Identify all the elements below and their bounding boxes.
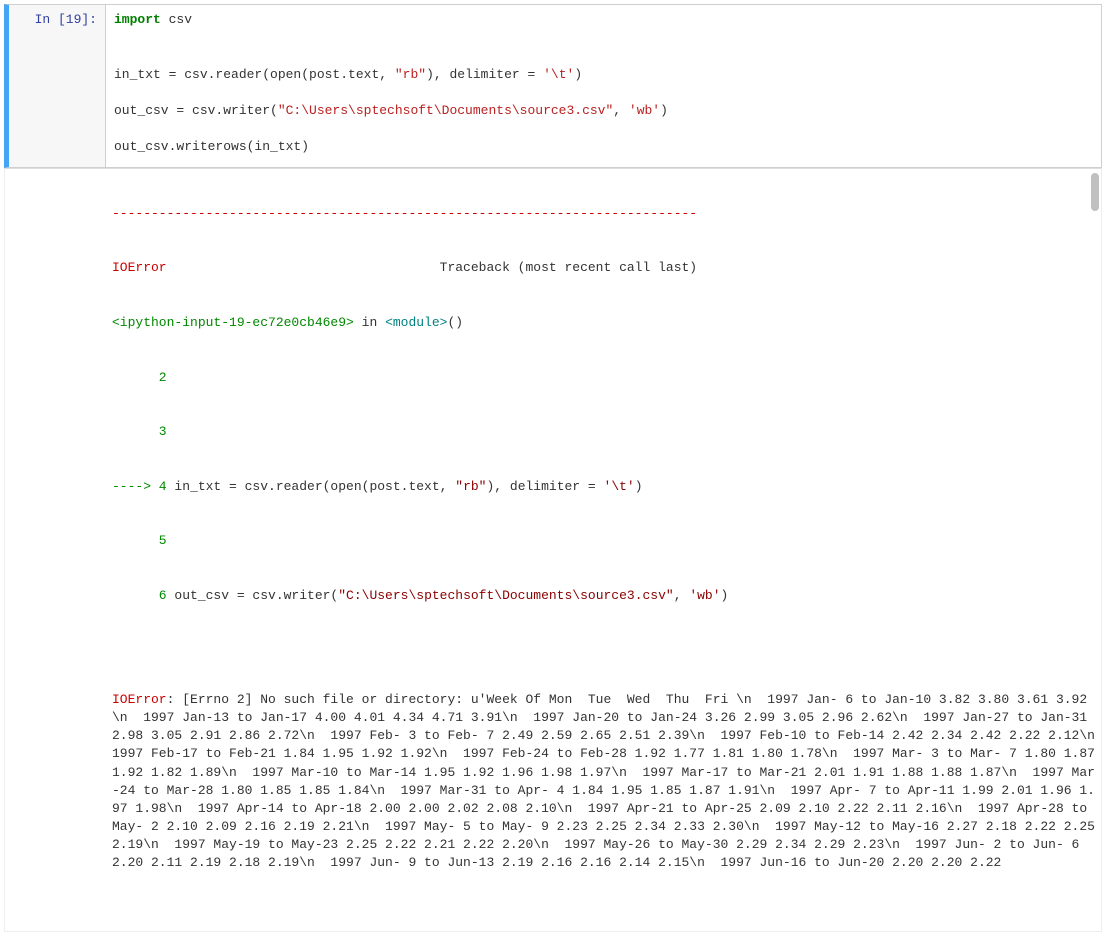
- line-code: ): [721, 588, 729, 603]
- line-code: [167, 533, 175, 548]
- code-token: csv: [161, 12, 192, 27]
- code-token: ): [660, 103, 668, 118]
- code-token: in_txt = csv.reader(open(post.text,: [114, 67, 395, 82]
- line-string: '\t': [604, 479, 635, 494]
- frame-parens: (): [447, 315, 463, 330]
- arrow-marker: ----> 4: [112, 479, 167, 494]
- traceback-dash: ----------------------------------------…: [112, 206, 697, 221]
- line-string: "C:\Users\sptechsoft\Documents\source3.c…: [338, 588, 673, 603]
- code-token: out_csv.writerows(in_txt): [114, 139, 309, 154]
- line-number: 6: [112, 588, 167, 603]
- final-error-message: : [Errno 2] No such file or directory: u…: [112, 692, 1101, 871]
- error-name: IOError: [112, 260, 167, 275]
- code-cell[interactable]: In [19]: import csv in_txt = csv.reader(…: [4, 4, 1102, 168]
- line-number: 2: [112, 370, 167, 385]
- code-token: ,: [613, 103, 629, 118]
- traceback-header: Traceback (most recent call last): [167, 260, 698, 275]
- output-area[interactable]: ----------------------------------------…: [106, 169, 1101, 932]
- line-code: ), delimiter =: [486, 479, 603, 494]
- line-string: 'wb': [689, 588, 720, 603]
- code-string: 'wb': [629, 103, 660, 118]
- line-code: out_csv = csv.writer(: [167, 588, 339, 603]
- line-number: 5: [112, 533, 167, 548]
- line-number: 3: [112, 424, 167, 439]
- line-string: "rb": [455, 479, 486, 494]
- prompt-label: In [19]:: [35, 12, 97, 27]
- frame-module: <module>: [385, 315, 447, 330]
- code-string: "rb": [395, 67, 426, 82]
- output-cell: ----------------------------------------…: [4, 168, 1102, 933]
- final-error-name: IOError: [112, 692, 167, 707]
- output-prompt-space: [5, 169, 106, 932]
- code-string: "C:\Users\sptechsoft\Documents\source3.c…: [278, 103, 613, 118]
- code-token: ), delimiter =: [426, 67, 543, 82]
- line-code: in_txt = csv.reader(open(post.text,: [167, 479, 456, 494]
- line-code: ,: [674, 588, 690, 603]
- code-token: import: [114, 12, 161, 27]
- code-editor[interactable]: import csv in_txt = csv.reader(open(post…: [105, 5, 1101, 167]
- code-token: out_csv = csv.writer(: [114, 103, 278, 118]
- code-string: '\t': [543, 67, 574, 82]
- line-code: ): [635, 479, 643, 494]
- frame-in: in: [354, 315, 385, 330]
- line-code: [167, 424, 175, 439]
- frame-location: <ipython-input-19-ec72e0cb46e9>: [112, 315, 354, 330]
- code-token: ): [574, 67, 582, 82]
- line-code: [167, 370, 175, 385]
- blank-line: [112, 641, 1095, 654]
- scrollbar[interactable]: [1089, 173, 1099, 928]
- input-prompt: In [19]:: [9, 5, 105, 167]
- scrollbar-thumb[interactable]: [1091, 173, 1099, 211]
